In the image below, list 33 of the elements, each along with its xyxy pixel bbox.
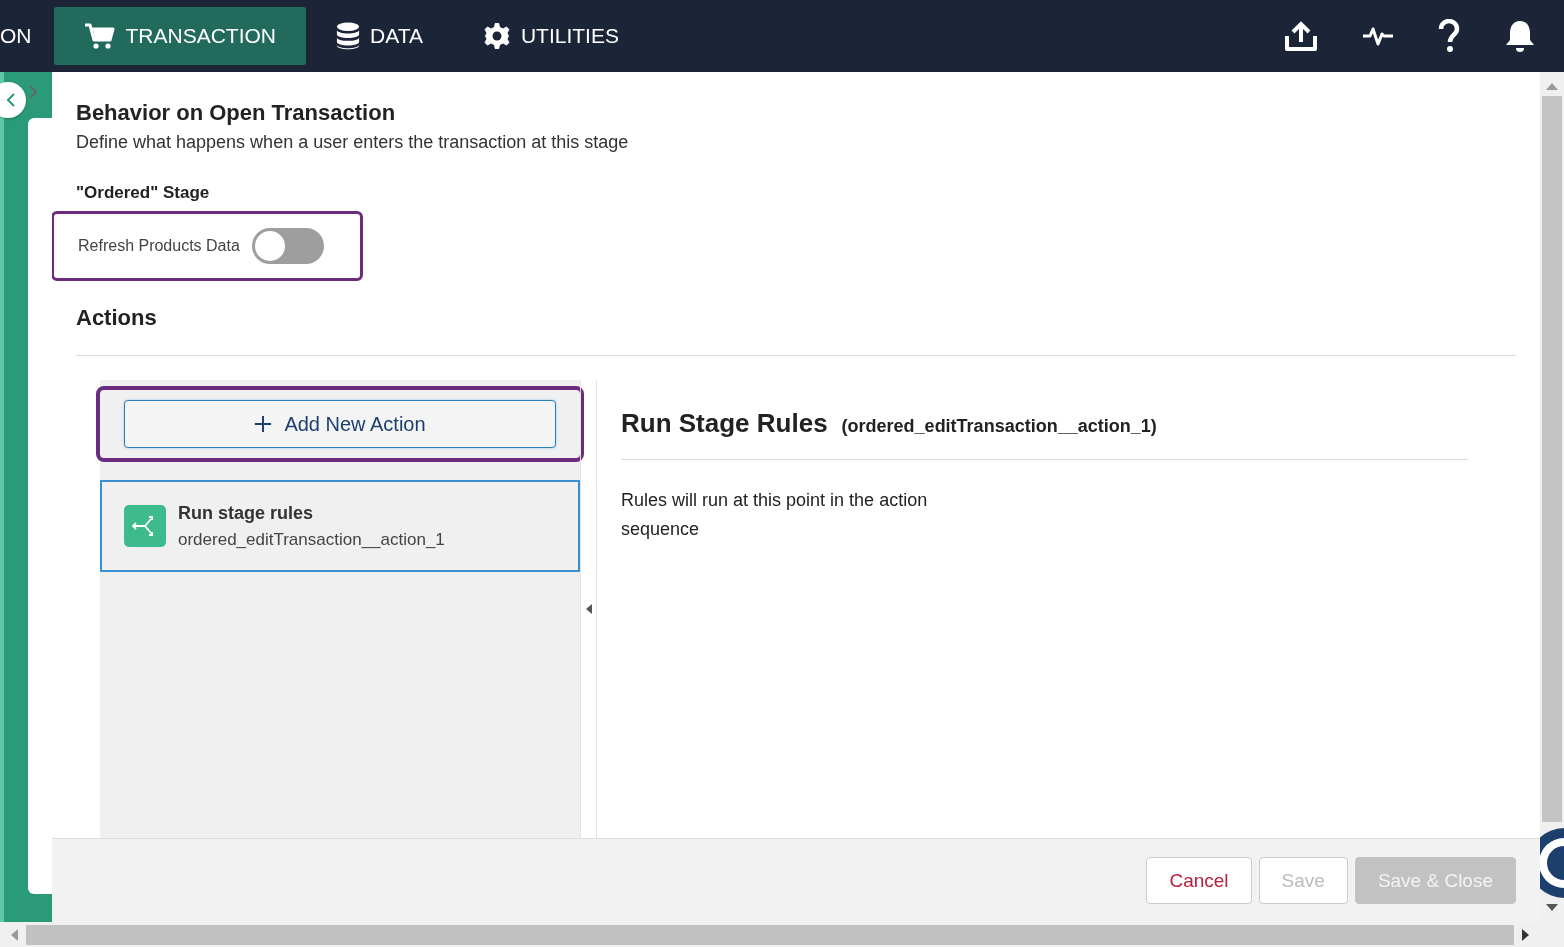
notification-bell-icon[interactable] [1504,19,1536,53]
add-new-action-button[interactable]: Add New Action [124,400,556,448]
section-title: Behavior on Open Transaction [76,100,397,126]
collapse-handle[interactable] [0,82,26,118]
actions-heading: Actions [76,305,158,331]
split-arrows-icon [124,505,166,547]
cart-icon [83,22,116,50]
footer-button[interactable]: Cancel [1146,857,1252,904]
activity-icon[interactable] [1362,26,1394,46]
action-id: ordered_editTransaction__action_1 [178,529,445,550]
stage-label: "Ordered" Stage [76,183,211,203]
detail-description: Rules will run at this point in the action sequence [621,489,929,541]
nav-tab[interactable]: UTILITIES [452,7,649,65]
section-description: Define what happens when a user enters the transaction at this stage [76,132,630,153]
scroll-down-icon[interactable] [1546,904,1558,912]
horizontal-scrollbar[interactable] [0,922,1564,947]
nav-tab[interactable]: DATA [306,7,453,65]
vertical-scrollbar[interactable] [1540,72,1564,922]
toggle-label: Refresh Products Data [78,237,240,255]
database-icon [336,22,360,50]
action-list-item[interactable]: Run stage rules ordered_editTransaction__action_1 [100,480,580,572]
detail-id: (ordered_editTransaction__action_1) [841,416,1157,437]
upload-icon[interactable] [1284,20,1318,52]
action-title: Run stage rules [178,502,315,524]
collapse-triangle-icon[interactable] [585,604,592,614]
scroll-right-icon[interactable] [1522,928,1530,941]
nav-tab[interactable]: ON [0,7,54,65]
settings-icon [482,22,511,50]
toggle-switch[interactable] [251,228,324,264]
plus-icon [254,415,273,433]
detail-title: Run Stage Rules [621,408,828,439]
nav-tab[interactable]: TRANSACTION [53,7,306,65]
help-icon[interactable] [1438,19,1460,53]
